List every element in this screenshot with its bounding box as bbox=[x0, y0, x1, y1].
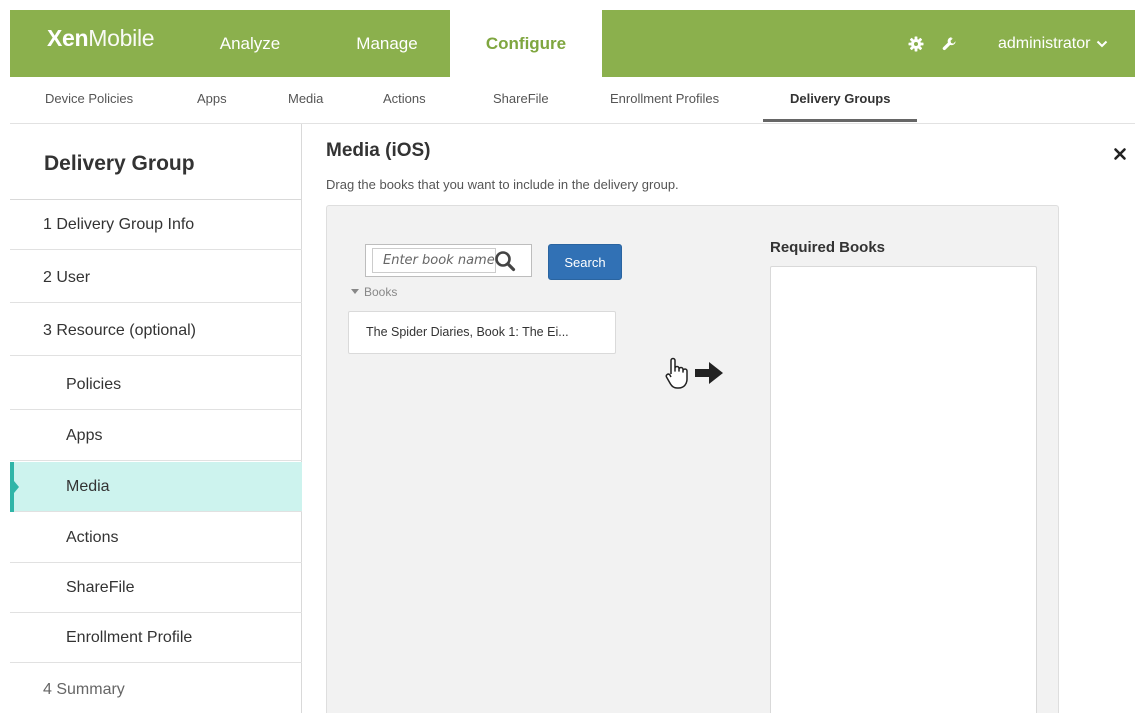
book-search-input[interactable] bbox=[373, 249, 495, 272]
pointer-hand-icon bbox=[665, 357, 688, 389]
books-group-toggle[interactable]: Books bbox=[351, 285, 397, 299]
book-item[interactable]: The Spider Diaries, Book 1: The Ei... bbox=[348, 311, 616, 354]
step-user[interactable]: 2 User bbox=[10, 253, 302, 303]
sidebar-title: Delivery Group bbox=[10, 124, 302, 200]
chevron-down-icon bbox=[1097, 40, 1108, 47]
user-menu[interactable]: administrator bbox=[998, 10, 1108, 77]
step-media[interactable]: Media bbox=[10, 462, 302, 512]
close-icon[interactable] bbox=[1113, 147, 1127, 161]
subnav-apps[interactable]: Apps bbox=[197, 78, 227, 122]
step-summary[interactable]: 4 Summary bbox=[10, 665, 302, 713]
wizard-sidebar: Delivery Group 1 Delivery Group Info 2 U… bbox=[10, 124, 302, 713]
xenmobile-logo: XenMobile bbox=[47, 25, 155, 51]
gear-icon[interactable] bbox=[908, 36, 924, 52]
nav-analyze[interactable]: Analyze bbox=[200, 10, 300, 77]
step-apps[interactable]: Apps bbox=[10, 411, 302, 461]
subnav-enrollment-profiles[interactable]: Enrollment Profiles bbox=[610, 78, 719, 122]
book-search-field bbox=[372, 248, 496, 273]
arrow-right-icon bbox=[695, 362, 723, 384]
search-button[interactable]: Search bbox=[548, 244, 622, 280]
book-search-box bbox=[365, 244, 532, 277]
search-icon[interactable] bbox=[494, 250, 516, 272]
nav-manage[interactable]: Manage bbox=[332, 10, 442, 77]
subnav-delivery-groups[interactable]: Delivery Groups bbox=[763, 78, 918, 122]
top-navigation-bar: XenMobile Analyze Manage Configure admin… bbox=[10, 10, 1135, 78]
step-enrollment-profile[interactable]: Enrollment Profile bbox=[10, 613, 302, 663]
step-actions[interactable]: Actions bbox=[10, 513, 302, 563]
username-label: administrator bbox=[998, 34, 1091, 52]
subnav-actions[interactable]: Actions bbox=[383, 78, 426, 122]
step-policies[interactable]: Policies bbox=[10, 360, 302, 410]
page-title: Media (iOS) bbox=[326, 140, 431, 161]
step-resource[interactable]: 3 Resource (optional) bbox=[10, 306, 302, 356]
caret-down-icon bbox=[351, 289, 359, 294]
wrench-icon[interactable] bbox=[942, 36, 958, 52]
subnav-media[interactable]: Media bbox=[288, 78, 323, 122]
step-sharefile[interactable]: ShareFile bbox=[10, 563, 302, 613]
page-description: Drag the books that you want to include … bbox=[326, 177, 679, 192]
subnav-sharefile[interactable]: ShareFile bbox=[493, 78, 549, 122]
required-books-label: Required Books bbox=[770, 239, 886, 256]
nav-configure[interactable]: Configure bbox=[450, 10, 602, 78]
subnav-device-policies[interactable]: Device Policies bbox=[45, 78, 133, 122]
step-delivery-group-info[interactable]: 1 Delivery Group Info bbox=[10, 200, 302, 250]
configure-subnav: Device Policies Apps Media Actions Share… bbox=[10, 78, 1135, 124]
required-books-dropzone[interactable] bbox=[770, 266, 1037, 713]
